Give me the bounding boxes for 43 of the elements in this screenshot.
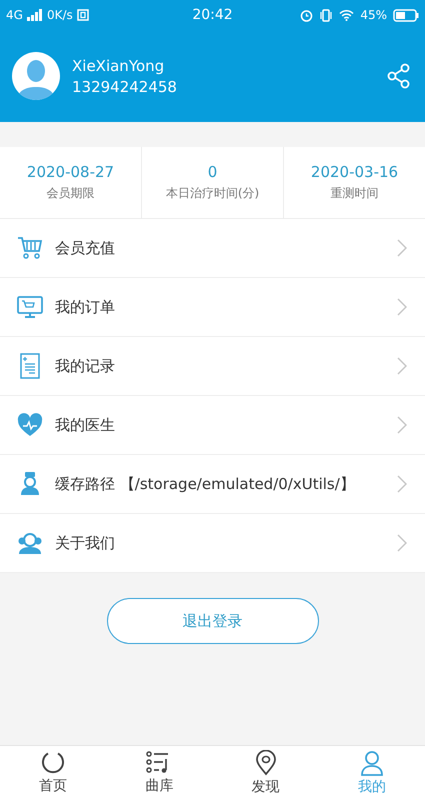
stat-value: 2020-08-27 <box>26 163 114 181</box>
vibrate-icon <box>319 8 334 22</box>
chevron-right-icon <box>397 357 407 375</box>
menu-item[interactable]: 会员充值 <box>0 219 425 278</box>
chevron-right-icon <box>397 298 407 316</box>
avatar-icon[interactable] <box>12 52 60 100</box>
signal-icon <box>26 9 43 21</box>
nurse-icon <box>19 471 41 497</box>
stat-value: 0 <box>208 163 218 181</box>
battery-icon <box>393 8 419 22</box>
menu-item[interactable]: 我的医生 <box>0 396 425 455</box>
person-icon <box>360 750 384 776</box>
location-pin-icon <box>254 750 277 776</box>
monitor-icon <box>17 295 43 319</box>
chevron-right-icon <box>397 475 407 493</box>
document-icon <box>20 353 40 379</box>
tab[interactable]: 首页 <box>0 746 106 800</box>
share-icon[interactable] <box>387 63 411 89</box>
notification-icon <box>76 9 89 21</box>
heart-icon <box>17 413 43 437</box>
menu-item[interactable]: 关于我们 <box>0 514 425 573</box>
stat-value: 2020-03-16 <box>310 163 398 181</box>
chevron-right-icon <box>397 534 407 552</box>
phone-number: 13294242458 <box>72 78 178 96</box>
menu-item[interactable]: 缓存路径 【/storage/emulated/0/xUtils/】 <box>0 455 425 514</box>
chevron-right-icon <box>397 416 407 434</box>
alarm-icon <box>300 8 314 22</box>
status-time: 20:42 <box>192 7 233 23</box>
stat-label: 会员期限 <box>46 185 94 202</box>
network-speed: 0K/s <box>46 8 73 22</box>
tab[interactable]: 曲库 <box>106 746 212 800</box>
cart-icon <box>17 236 43 260</box>
wifi-icon <box>339 9 354 21</box>
stat-label: 本日治疗时间(分) <box>166 185 260 202</box>
tab[interactable]: 发现 <box>212 746 319 800</box>
people-icon <box>17 531 43 555</box>
user-name: XieXianYong <box>72 56 166 74</box>
stat-label: 重测时间 <box>330 185 378 202</box>
network-type: 4G <box>6 8 23 22</box>
chevron-right-icon <box>397 239 407 257</box>
menu-item[interactable]: 我的记录 <box>0 337 425 396</box>
menu-item[interactable]: 我的订单 <box>0 278 425 337</box>
battery-percent: 45% <box>360 8 387 22</box>
